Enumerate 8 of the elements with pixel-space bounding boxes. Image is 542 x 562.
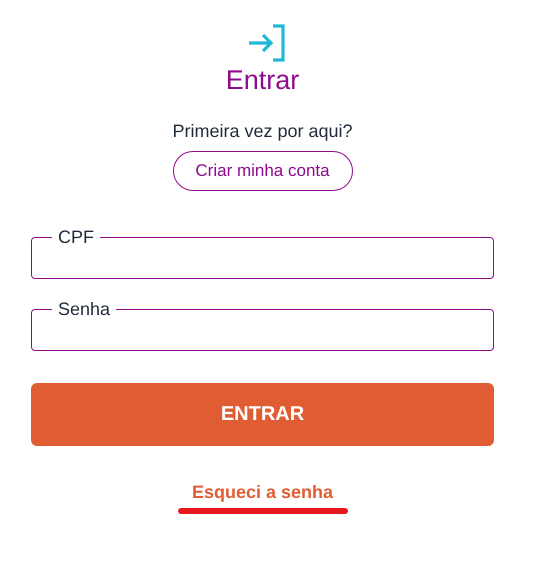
create-account-button[interactable]: Criar minha conta xyxy=(172,151,352,191)
page-title: Entrar xyxy=(226,64,300,96)
signup-prompt: Primeira vez por aqui? xyxy=(172,120,353,142)
login-icon xyxy=(246,24,286,62)
submit-button[interactable]: ENTRAR xyxy=(31,383,494,446)
input-field[interactable]: CPF xyxy=(31,231,494,279)
forgot-password-link[interactable]: Esqueci a senha xyxy=(192,481,334,503)
input-field[interactable]: Senha xyxy=(31,303,494,351)
